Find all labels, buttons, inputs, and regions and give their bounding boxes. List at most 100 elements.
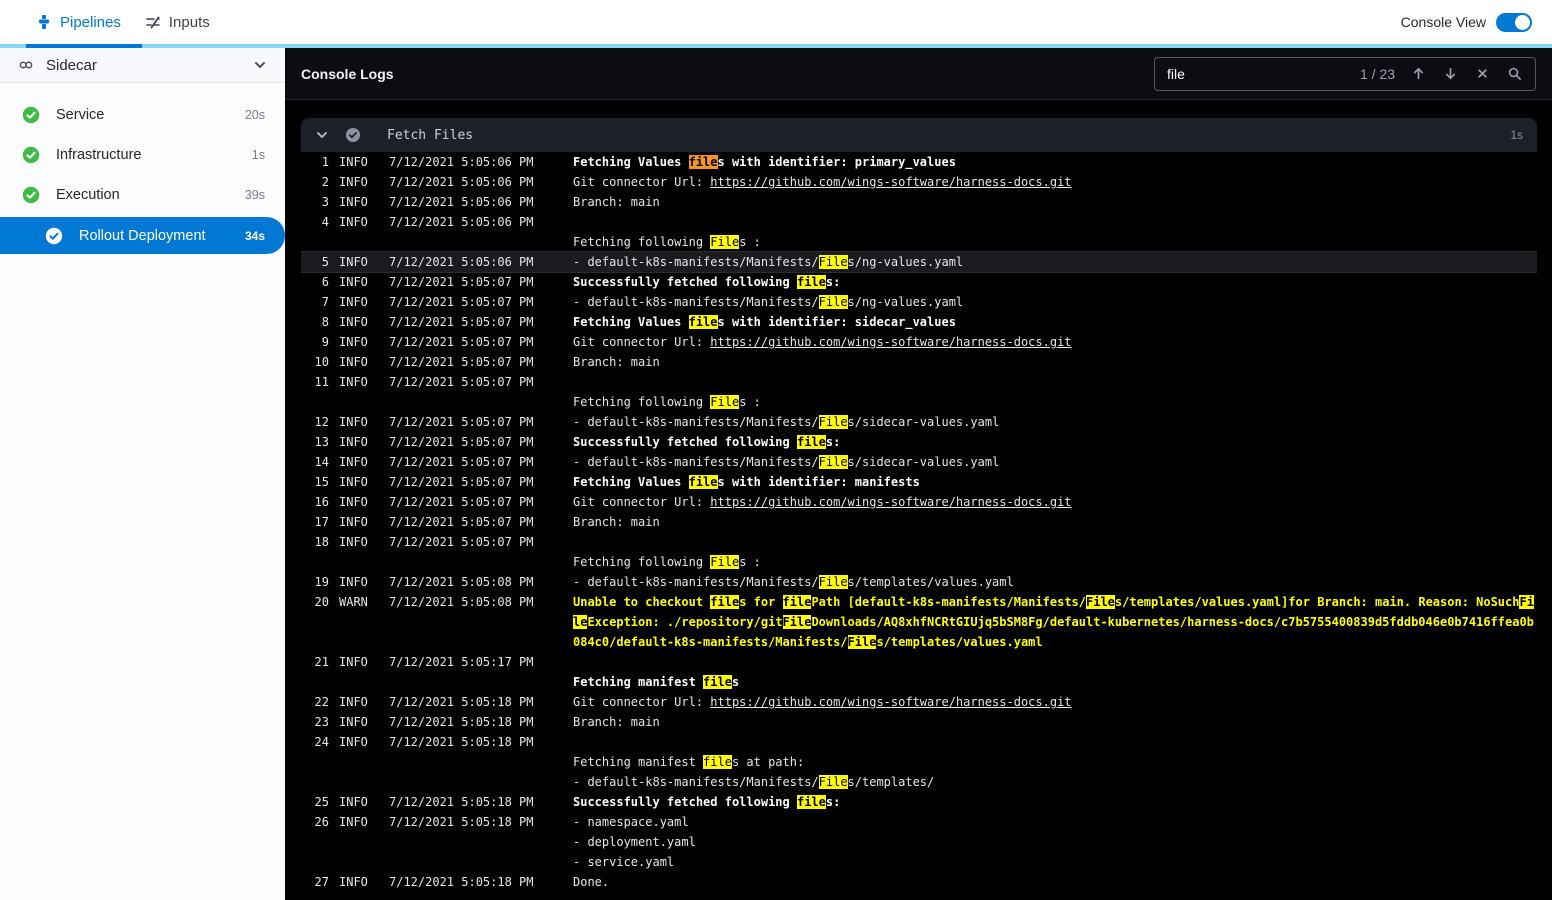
search-match: file bbox=[796, 795, 826, 809]
search-match: file bbox=[796, 275, 826, 289]
log-level: INFO bbox=[339, 455, 368, 469]
tab-inputs[interactable]: Inputs bbox=[133, 0, 222, 44]
search-match: File bbox=[818, 575, 848, 589]
search-match: File bbox=[818, 255, 848, 269]
sidebar-step-infrastructure[interactable]: Infrastructure 1s bbox=[0, 135, 285, 175]
log-row: 2 INFO 7/12/2021 5:05:06 PM Git connector U… bbox=[301, 172, 1537, 192]
log-link[interactable]: https://github.com/wings-software/harnes… bbox=[710, 695, 1071, 709]
log-row: 19 INFO 7/12/2021 5:05:08 PM - default-k8s-… bbox=[301, 572, 1537, 592]
log-message: Fetching Values files with identifier: m… bbox=[573, 472, 1537, 492]
step-duration: 34s bbox=[244, 228, 265, 243]
log-text: Path [default-k8s-manifests/Manifests/ bbox=[811, 595, 1086, 609]
search-icon[interactable] bbox=[1505, 65, 1523, 83]
log-text: Git connector Url: bbox=[573, 495, 711, 509]
log-section-header[interactable]: Fetch Files 1s bbox=[301, 118, 1537, 152]
log-level: INFO bbox=[339, 375, 368, 389]
log-row: - deployment.yaml bbox=[301, 832, 1537, 852]
search-match: File bbox=[1086, 595, 1115, 609]
log-message: - default-k8s-manifests/Manifests/Files/… bbox=[573, 252, 1537, 272]
log-message: Successfully fetched following files: bbox=[573, 432, 1537, 452]
sidebar-step-rollout-deployment[interactable]: Rollout Deployment 34s bbox=[0, 217, 285, 254]
log-search-box: 1 / 23 bbox=[1154, 56, 1536, 91]
chevron-down-icon[interactable] bbox=[253, 58, 267, 72]
search-match: File bbox=[847, 635, 877, 649]
log-line-number: 10 bbox=[314, 355, 329, 369]
log-link[interactable]: https://github.com/wings-software/harnes… bbox=[710, 495, 1071, 509]
log-text: s: bbox=[825, 435, 841, 449]
log-line-number: 26 bbox=[314, 815, 329, 829]
log-row: 22 INFO 7/12/2021 5:05:18 PM Git connector … bbox=[301, 692, 1537, 712]
console-view-toggle[interactable] bbox=[1496, 12, 1532, 32]
log-message: - deployment.yaml bbox=[573, 832, 1537, 852]
log-text: s/templates/values.yaml]for Branch: main… bbox=[1114, 595, 1520, 609]
previous-match-button[interactable] bbox=[1409, 65, 1427, 83]
search-match: File bbox=[710, 395, 740, 409]
log-text: s/templates/ bbox=[847, 775, 935, 789]
log-row: 5 INFO 7/12/2021 5:05:06 PM - default-k8s-m… bbox=[301, 252, 1537, 272]
log-text: Fetching following bbox=[573, 555, 711, 569]
log-timestamp: 7/12/2021 5:05:07 PM bbox=[389, 455, 534, 469]
log-text: Fetching Values bbox=[573, 315, 689, 329]
step-label: Execution bbox=[56, 187, 120, 203]
log-text: s : bbox=[739, 555, 761, 569]
search-match: file bbox=[703, 675, 732, 689]
log-text: s with identifier: primary_values bbox=[717, 155, 956, 169]
sidebar-step-service[interactable]: Service 20s bbox=[0, 95, 285, 135]
log-level: INFO bbox=[339, 715, 368, 729]
log-text: - service.yaml bbox=[573, 855, 675, 869]
log-link[interactable]: https://github.com/wings-software/harnes… bbox=[710, 175, 1071, 189]
stage-title: Sidecar bbox=[46, 56, 97, 74]
log-row: 16 INFO 7/12/2021 5:05:07 PM Git connector … bbox=[301, 492, 1537, 512]
log-text: Successfully fetched following bbox=[573, 435, 797, 449]
log-text: - default-k8s-manifests/Manifests/ bbox=[573, 575, 819, 589]
log-text: - default-k8s-manifests/Manifests/ bbox=[573, 415, 819, 429]
search-match: file bbox=[710, 595, 740, 609]
log-text: - default-k8s-manifests/Manifests/ bbox=[573, 295, 819, 309]
log-message: Fetching following Files : bbox=[573, 392, 1537, 412]
log-message: Git connector Url: https://github.com/wi… bbox=[573, 332, 1537, 352]
log-line-number: 14 bbox=[314, 455, 329, 469]
log-text: Unable to checkout bbox=[573, 595, 711, 609]
tab-pipelines[interactable]: Pipelines bbox=[24, 0, 133, 44]
log-row: 6 INFO 7/12/2021 5:05:07 PM Successfully fe… bbox=[301, 272, 1537, 292]
log-row: 9 INFO 7/12/2021 5:05:07 PM Git connector U… bbox=[301, 332, 1537, 352]
log-row: 3 INFO 7/12/2021 5:05:06 PM Branch: main bbox=[301, 192, 1537, 212]
clear-search-button[interactable] bbox=[1473, 65, 1491, 83]
log-timestamp: 7/12/2021 5:05:07 PM bbox=[389, 415, 534, 429]
log-text: s/templates/values.yaml bbox=[876, 635, 1043, 649]
log-timestamp: 7/12/2021 5:05:07 PM bbox=[389, 475, 534, 489]
log-row: 1 INFO 7/12/2021 5:05:06 PM Fetching Values… bbox=[301, 152, 1537, 172]
stage-header[interactable]: Sidecar bbox=[0, 48, 285, 83]
search-match: File bbox=[818, 415, 848, 429]
tab-label: Inputs bbox=[168, 13, 210, 31]
active-tab-underline bbox=[26, 44, 142, 48]
log-row: Fetching following Files : bbox=[301, 232, 1537, 252]
search-match-counter: 1 / 23 bbox=[1359, 65, 1395, 82]
log-text: Branch: main bbox=[573, 355, 660, 369]
log-timestamp: 7/12/2021 5:05:07 PM bbox=[389, 495, 534, 509]
console-logs-title: Console Logs bbox=[301, 65, 394, 82]
log-text: s with identifier: sidecar_values bbox=[717, 315, 956, 329]
log-row: 26 INFO 7/12/2021 5:05:18 PM - namespace.ya… bbox=[301, 812, 1537, 832]
log-message: - service.yaml bbox=[573, 852, 1537, 872]
search-input[interactable] bbox=[1167, 65, 1346, 82]
log-message: Fetching Values files with identifier: p… bbox=[573, 152, 1537, 172]
stage-sidebar: Sidecar Service 20s Infrastructure 1s Execut… bbox=[0, 48, 285, 900]
log-row: 25 INFO 7/12/2021 5:05:18 PM Successfully f… bbox=[301, 792, 1537, 812]
log-text: Successfully fetched following bbox=[573, 795, 797, 809]
log-text: - default-k8s-manifests/Manifests/ bbox=[573, 255, 819, 269]
section-status-icon bbox=[345, 127, 361, 143]
log-text: s bbox=[731, 675, 740, 689]
log-timestamp: 7/12/2021 5:05:07 PM bbox=[389, 315, 534, 329]
section-title: Fetch Files bbox=[387, 127, 474, 143]
next-match-button[interactable] bbox=[1441, 65, 1459, 83]
step-label: Service bbox=[56, 107, 105, 123]
log-message: Branch: main bbox=[573, 192, 1537, 212]
log-timestamp: 7/12/2021 5:05:07 PM bbox=[389, 535, 534, 549]
log-row: Fetching manifest files bbox=[301, 672, 1537, 692]
log-link[interactable]: https://github.com/wings-software/harnes… bbox=[710, 335, 1071, 349]
log-line-number: 9 bbox=[321, 335, 329, 349]
section-collapse-icon[interactable] bbox=[315, 128, 329, 142]
log-line-number: 12 bbox=[314, 415, 329, 429]
sidebar-step-execution[interactable]: Execution 39s bbox=[0, 175, 285, 215]
